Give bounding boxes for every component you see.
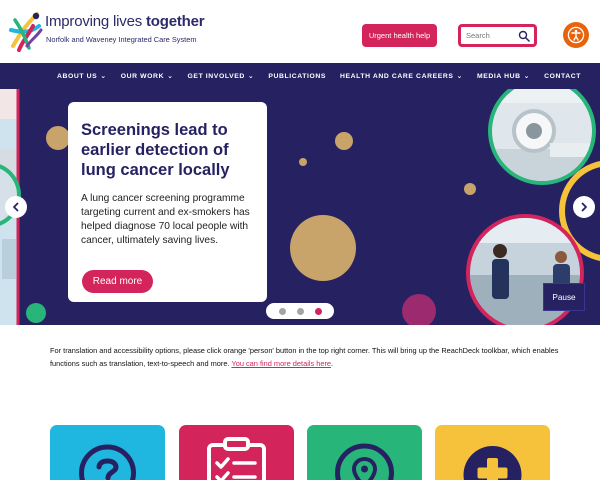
ribbon-logo-icon[interactable] [9,10,43,52]
nav-item-health-and-care-careers[interactable]: HEALTH AND CARE CAREERS ⌄ [340,72,463,81]
carousel-next-button[interactable] [573,196,595,218]
tile-help[interactable] [50,425,165,480]
location-pin-icon [335,443,394,480]
chevron-right-icon [581,202,587,212]
nav-item-about-us[interactable]: ABOUT US ⌄ [57,72,107,81]
chevron-left-icon [13,202,19,212]
site-header: Improving lives together Norfolk and Wav… [0,0,600,63]
hero-carousel: Screenings lead to earlier detection of … [0,89,600,325]
search-icon[interactable] [518,30,530,42]
tile-location[interactable] [307,425,422,480]
carousel-dot-3[interactable] [314,307,322,315]
nav-item-label: PUBLICATIONS [268,72,326,80]
brand-subtitle: Norfolk and Waveney Integrated Care Syst… [46,35,197,44]
more-details-link[interactable]: You can find more details here [231,359,331,368]
info-suffix: . [331,359,334,368]
nav-item-label: CONTACT [544,72,582,80]
hero-title[interactable]: Screenings lead to earlier detection of … [81,120,254,180]
read-more-button[interactable]: Read more [82,270,153,293]
carousel-prev-button[interactable] [5,196,27,218]
chevron-down-icon: ⌄ [100,73,107,80]
chevron-down-icon: ⌄ [167,73,174,80]
tile-checklist[interactable] [179,425,294,480]
question-icon [79,444,136,480]
nav-item-label: MEDIA HUB [476,72,521,80]
urgent-health-help-button[interactable]: Urgent health help [362,24,437,47]
carousel-dot-2[interactable] [296,307,304,315]
chevron-down-icon: ⌄ [456,73,463,80]
brand-title[interactable]: Improving lives together [45,13,205,30]
nav-item-contact[interactable]: CONTACT [544,73,581,80]
accessibility-info: For translation and accessibility option… [50,344,570,370]
chevron-down-icon: ⌄ [523,73,531,80]
clipboard-checklist-icon [207,437,266,480]
nav-item-publications[interactable]: PUBLICATIONS [268,73,326,80]
nav-item-our-work[interactable]: OUR WORK ⌄ [120,72,174,81]
search-input[interactable] [466,31,518,40]
accessibility-button[interactable] [563,22,589,48]
hero-slide-card: Screenings lead to earlier detection of … [68,102,267,302]
plus-cross-icon [463,446,522,480]
tile-health-services[interactable] [435,425,550,480]
nav-item-label: OUR WORK [120,72,165,80]
carousel-dots [266,303,334,319]
nav-item-label: ABOUT US [57,72,98,80]
hero-body: A lung cancer screening programme target… [81,193,250,246]
nav-item-media-hub[interactable]: MEDIA HUB ⌄ [476,72,531,81]
carousel-dot-1[interactable] [278,307,286,315]
nav-item-label: HEALTH AND CARE CAREERS [340,72,454,80]
nav-item-get-involved[interactable]: GET INVOLVED ⌄ [187,72,255,81]
carousel-pause-button[interactable]: Pause [543,283,585,311]
brand-title-regular: Improving lives [45,13,147,30]
main-nav: ABOUT US ⌄ OUR WORK ⌄ GET INVOLVED ⌄ PUBLICATI… [0,63,600,89]
brand-title-bold: together [146,13,205,30]
nav-item-label: GET INVOLVED [187,72,245,80]
chevron-down-icon: ⌄ [247,73,255,80]
search-box [458,24,537,47]
person-icon [567,26,585,44]
